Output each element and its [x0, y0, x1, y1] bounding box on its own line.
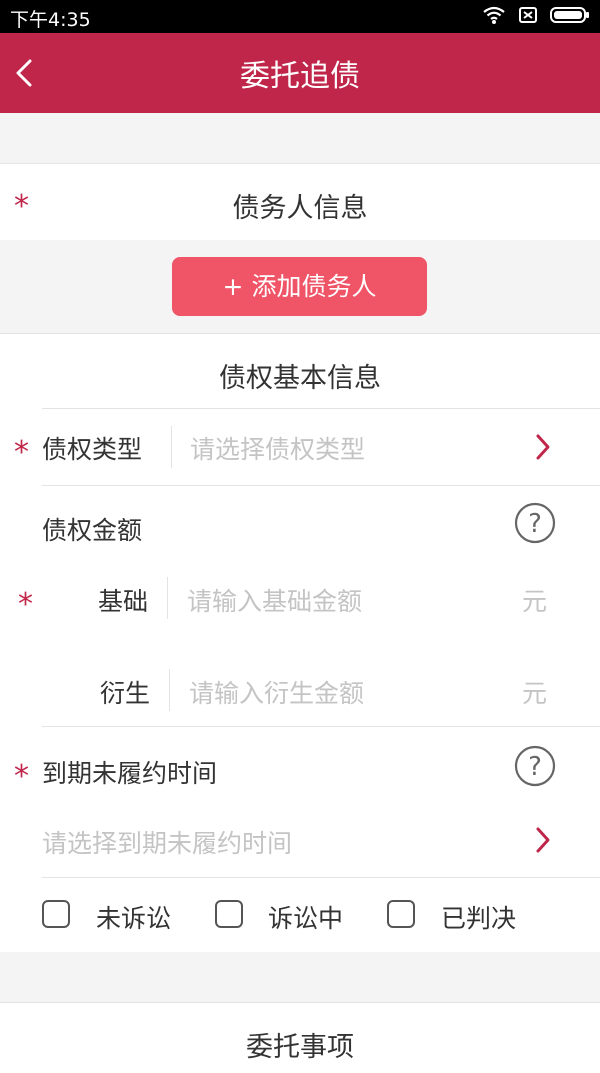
wifi-icon	[483, 6, 505, 24]
claim-info-section: 债权基本信息 * 债权类型 请选择债权类型 债权金额 ? * 基础 请输入基础金…	[0, 333, 600, 953]
claim-info-title: 债权基本信息	[219, 363, 381, 394]
divider	[42, 726, 600, 727]
checkbox-in-litigation[interactable]	[215, 900, 243, 928]
status-time: 下午4:35	[10, 9, 91, 31]
chevron-right-icon[interactable]	[533, 825, 553, 855]
checkbox-not-litigated[interactable]	[42, 900, 70, 928]
base-amount-unit: 元	[522, 587, 548, 616]
no-sim-icon	[519, 7, 537, 23]
required-mark: *	[14, 759, 29, 794]
divider	[42, 408, 600, 409]
checkbox-judged[interactable]	[387, 900, 415, 928]
base-amount-input[interactable]: 请输入基础金额	[187, 582, 362, 618]
entrust-section: 委托事项	[0, 1002, 600, 1073]
due-time-label: 到期未履约时间	[42, 759, 218, 788]
debtor-info-title: 债务人信息	[232, 193, 368, 224]
divider	[167, 577, 168, 619]
derived-amount-unit: 元	[522, 679, 548, 708]
divider	[171, 426, 172, 468]
claim-amount-label: 债权金额	[42, 516, 143, 545]
svg-text:?: ?	[528, 509, 542, 539]
required-mark: *	[14, 435, 29, 470]
spacer	[0, 113, 600, 163]
entrust-title: 委托事项	[246, 1032, 354, 1063]
help-icon[interactable]: ?	[514, 745, 556, 787]
add-debtor-button[interactable]: + 添加债务人	[172, 257, 427, 316]
divider	[169, 669, 170, 711]
claim-type-label: 债权类型	[42, 435, 143, 464]
divider	[42, 485, 600, 486]
svg-text:?: ?	[528, 752, 542, 782]
checkbox-label: 诉讼中	[268, 904, 344, 933]
derived-amount-label: 衍生	[100, 679, 151, 708]
page-title: 委托追债	[240, 59, 360, 94]
status-bar: 下午4:35	[0, 0, 600, 33]
chevron-right-icon[interactable]	[533, 432, 553, 462]
spacer	[0, 952, 600, 1002]
required-mark: *	[18, 587, 33, 622]
checkbox-label: 已判决	[441, 904, 517, 933]
claim-type-select[interactable]: 请选择债权类型	[190, 430, 365, 466]
divider	[42, 877, 600, 878]
help-icon[interactable]: ?	[514, 502, 556, 544]
status-icons	[482, 5, 590, 25]
app-bar: 委托追债	[0, 33, 600, 113]
derived-amount-input[interactable]: 请输入衍生金额	[189, 674, 364, 710]
checkbox-label: 未诉讼	[96, 904, 172, 933]
debtor-info-header[interactable]: * 债务人信息	[0, 163, 600, 241]
battery-icon	[550, 7, 589, 23]
base-amount-label: 基础	[98, 587, 149, 616]
due-time-select[interactable]: 请选择到期未履约时间	[42, 824, 292, 860]
